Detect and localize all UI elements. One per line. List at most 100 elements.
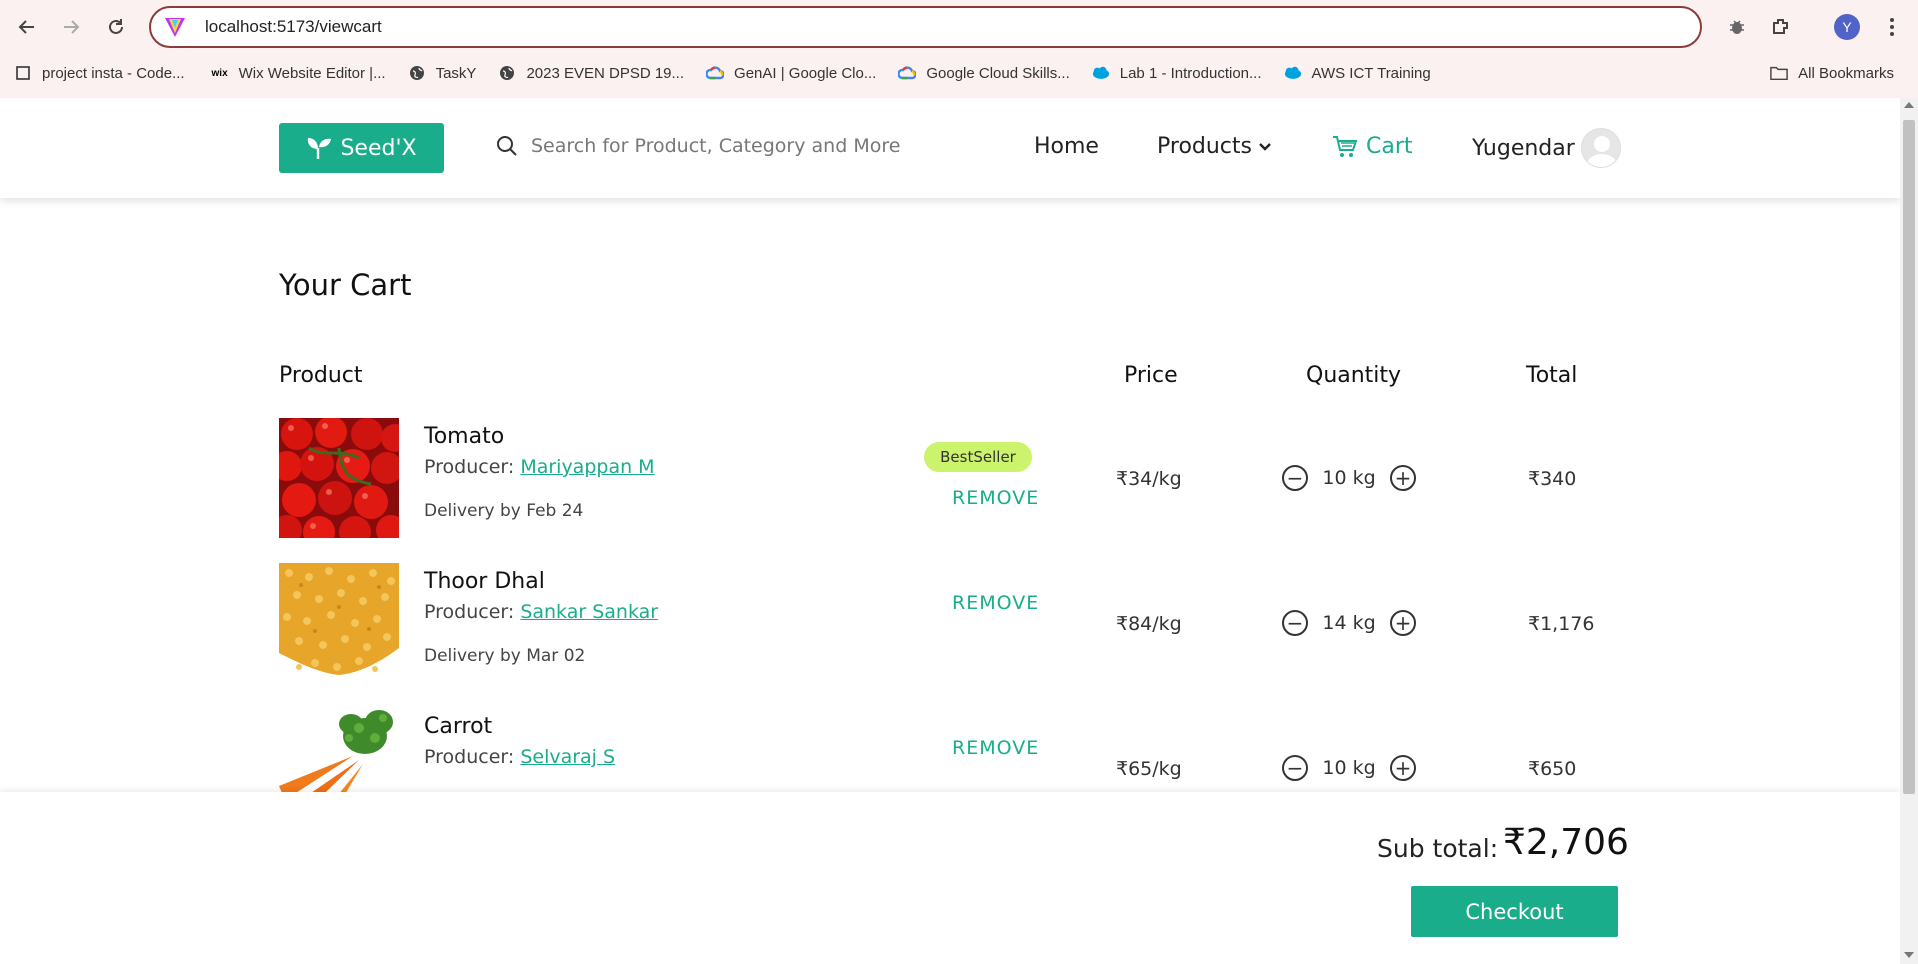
wix-icon: wix bbox=[211, 67, 228, 79]
bug-extension-icon[interactable] bbox=[1722, 12, 1752, 42]
bookmark-label: 2023 EVEN DPSD 19... bbox=[526, 64, 685, 82]
nav-products-label: Products bbox=[1157, 134, 1252, 159]
checkout-button[interactable]: Checkout bbox=[1411, 886, 1618, 937]
quantity-stepper: − 14 kg + bbox=[1282, 610, 1416, 636]
search-input[interactable] bbox=[531, 135, 951, 157]
cart-summary-bar: Sub total: ₹2,706 Checkout bbox=[0, 792, 1900, 964]
producer-label: Producer: bbox=[424, 601, 521, 623]
unit-price: ₹34/kg bbox=[1116, 468, 1182, 490]
profile-avatar[interactable]: Y bbox=[1832, 12, 1862, 42]
bookmark-item[interactable]: AWS ICT Training bbox=[1276, 58, 1439, 88]
remove-button[interactable]: REMOVE bbox=[952, 487, 1039, 509]
all-bookmarks-label: All Bookmarks bbox=[1798, 64, 1894, 82]
vite-logo-icon bbox=[165, 18, 185, 37]
scroll-down-icon[interactable] bbox=[1904, 952, 1914, 958]
site-header: Seed'X Home Products Cart Yugendar bbox=[0, 98, 1900, 198]
line-total: ₹1,176 bbox=[1528, 613, 1595, 635]
user-menu[interactable]: Yugendar bbox=[1472, 128, 1621, 168]
subtotal-label: Sub total: bbox=[1377, 834, 1499, 863]
increment-icon[interactable]: + bbox=[1390, 465, 1416, 491]
bestseller-badge: BestSeller bbox=[924, 442, 1032, 472]
globe-icon bbox=[408, 64, 426, 82]
product-image-tomato[interactable] bbox=[279, 418, 399, 538]
nav-products[interactable]: Products bbox=[1157, 134, 1272, 159]
producer-link[interactable]: Sankar Sankar bbox=[520, 601, 658, 623]
product-producer: Producer: Selvaraj S bbox=[424, 746, 615, 768]
producer-label: Producer: bbox=[424, 746, 521, 768]
product-name: Tomato bbox=[424, 424, 505, 449]
producer-link[interactable]: Selvaraj S bbox=[520, 746, 615, 768]
bookmark-item[interactable]: Google Cloud Skills... bbox=[890, 58, 1077, 88]
product-name: Thoor Dhal bbox=[424, 569, 545, 594]
product-image-thoor-dhal[interactable] bbox=[279, 563, 399, 683]
back-icon[interactable] bbox=[12, 12, 42, 42]
unit-price: ₹84/kg bbox=[1116, 613, 1182, 635]
producer-link[interactable]: Mariyappan M bbox=[520, 456, 654, 478]
brand-name: Seed'X bbox=[340, 135, 417, 161]
bookmark-item[interactable]: wix Wix Website Editor |... bbox=[203, 58, 394, 88]
browser-chrome: localhost:5173/viewcart Y project insta … bbox=[0, 0, 1918, 98]
extensions-icon[interactable] bbox=[1766, 12, 1796, 42]
url-text[interactable]: localhost:5173/viewcart bbox=[205, 17, 382, 37]
bookmark-label: AWS ICT Training bbox=[1311, 64, 1431, 82]
quantity-value: 10 kg bbox=[1322, 757, 1376, 779]
remove-button[interactable]: REMOVE bbox=[952, 737, 1039, 759]
nav-home[interactable]: Home bbox=[1034, 134, 1099, 159]
column-header-total: Total bbox=[1526, 363, 1578, 388]
checkbox-icon bbox=[14, 64, 32, 82]
product-name: Carrot bbox=[424, 714, 493, 739]
quantity-stepper: − 10 kg + bbox=[1282, 755, 1416, 781]
brand-logo[interactable]: Seed'X bbox=[279, 123, 444, 173]
bookmark-label: GenAI | Google Clo... bbox=[734, 64, 877, 82]
bookmark-label: project insta - Code... bbox=[42, 64, 185, 82]
kebab-menu-icon[interactable] bbox=[1877, 12, 1907, 42]
bookmark-item[interactable]: GenAI | Google Clo... bbox=[698, 58, 884, 88]
bookmark-item[interactable]: TaskY bbox=[400, 58, 485, 88]
salesforce-icon bbox=[1284, 64, 1302, 82]
reload-icon[interactable] bbox=[101, 12, 131, 42]
column-header-product: Product bbox=[279, 363, 363, 388]
search-bar bbox=[495, 134, 951, 158]
globe-icon bbox=[498, 64, 516, 82]
producer-label: Producer: bbox=[424, 456, 521, 478]
product-producer: Producer: Mariyappan M bbox=[424, 456, 655, 478]
cart-icon bbox=[1333, 135, 1358, 157]
decrement-icon[interactable]: − bbox=[1282, 610, 1308, 636]
increment-icon[interactable]: + bbox=[1390, 610, 1416, 636]
line-total: ₹340 bbox=[1528, 468, 1577, 490]
bookmark-label: Wix Website Editor |... bbox=[238, 64, 386, 82]
subtotal-value: ₹2,706 bbox=[1503, 822, 1629, 863]
column-header-price: Price bbox=[1124, 363, 1178, 388]
nav-cart-label: Cart bbox=[1366, 134, 1413, 159]
all-bookmarks[interactable]: All Bookmarks bbox=[1762, 58, 1902, 88]
salesforce-icon bbox=[1092, 64, 1110, 82]
scroll-up-icon[interactable] bbox=[1904, 102, 1914, 108]
scroll-thumb[interactable] bbox=[1903, 120, 1915, 794]
chevron-down-icon bbox=[1259, 142, 1271, 151]
quantity-value: 10 kg bbox=[1322, 467, 1376, 489]
user-avatar bbox=[1580, 128, 1621, 168]
bookmark-label: TaskY bbox=[435, 64, 477, 82]
address-bar[interactable]: localhost:5173/viewcart bbox=[149, 6, 1702, 48]
bookmark-item[interactable]: Lab 1 - Introduction... bbox=[1084, 58, 1270, 88]
google-cloud-icon bbox=[898, 64, 917, 82]
page-scrollbar[interactable] bbox=[1900, 98, 1918, 964]
forward-icon[interactable] bbox=[56, 12, 86, 42]
bookmark-label: Lab 1 - Introduction... bbox=[1119, 64, 1262, 82]
google-cloud-icon bbox=[706, 64, 725, 82]
user-name: Yugendar bbox=[1472, 135, 1575, 161]
page-viewport: Seed'X Home Products Cart Yugendar Your … bbox=[0, 98, 1900, 964]
nav-cart[interactable]: Cart bbox=[1332, 134, 1413, 159]
bookmark-item[interactable]: project insta - Code... bbox=[6, 58, 193, 88]
quantity-value: 14 kg bbox=[1322, 612, 1376, 634]
decrement-icon[interactable]: − bbox=[1282, 465, 1308, 491]
unit-price: ₹65/kg bbox=[1116, 758, 1182, 780]
increment-icon[interactable]: + bbox=[1390, 755, 1416, 781]
line-total: ₹650 bbox=[1528, 758, 1577, 780]
bookmarks-bar: project insta - Code... wix Wix Website … bbox=[0, 58, 1918, 88]
folder-icon bbox=[1770, 64, 1788, 82]
bookmark-item[interactable]: 2023 EVEN DPSD 19... bbox=[490, 58, 692, 88]
remove-button[interactable]: REMOVE bbox=[952, 592, 1039, 614]
decrement-icon[interactable]: − bbox=[1282, 755, 1308, 781]
delivery-date: Delivery by Feb 24 bbox=[424, 501, 584, 521]
